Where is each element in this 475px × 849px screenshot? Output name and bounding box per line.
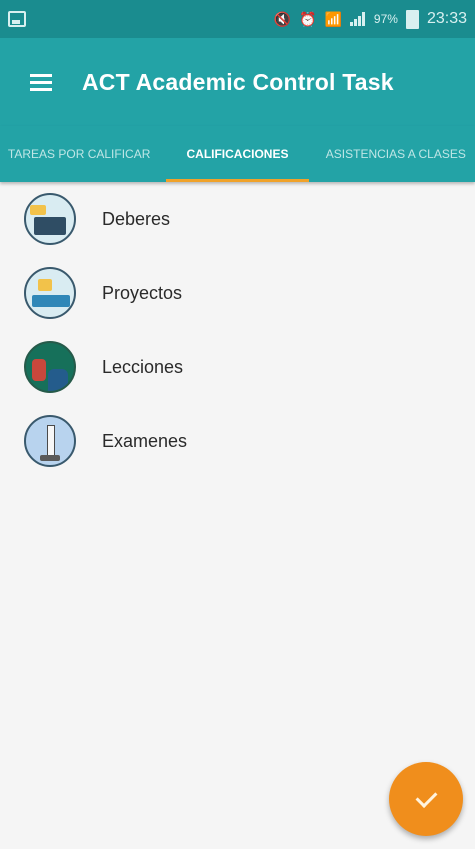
list-item-label: Proyectos bbox=[102, 282, 183, 303]
tab-asistencias-a-clases[interactable]: ASISTENCIAS A CLASES bbox=[317, 126, 475, 182]
homework-icon bbox=[24, 193, 76, 245]
list-item-examenes[interactable]: Examenes bbox=[0, 404, 475, 478]
check-icon bbox=[415, 786, 437, 808]
exams-icon bbox=[24, 415, 76, 467]
list-item-deberes[interactable]: Deberes bbox=[0, 182, 475, 256]
grades-list: Deberes Proyectos Lecciones Examenes bbox=[0, 182, 475, 478]
signal-icon bbox=[349, 12, 366, 26]
list-item-label: Deberes bbox=[102, 208, 171, 229]
gallery-icon bbox=[8, 11, 26, 27]
confirm-fab-button[interactable] bbox=[389, 762, 463, 836]
battery-percent: 97% bbox=[373, 12, 398, 26]
alarm-icon: ⏰ bbox=[299, 10, 317, 27]
list-item-label: Examenes bbox=[102, 430, 188, 451]
wifi-icon: 📶 bbox=[324, 10, 342, 27]
tab-bar: TAREAS POR CALIFICAR CALIFICACIONES ASIS… bbox=[0, 126, 475, 182]
status-bar: 🔇 ⏰ 📶 97% 23:33 bbox=[0, 0, 475, 38]
list-item-proyectos[interactable]: Proyectos bbox=[0, 256, 475, 330]
tab-tareas-por-calificar[interactable]: TAREAS POR CALIFICAR bbox=[0, 126, 158, 182]
status-bar-right: 🔇 ⏰ 📶 97% 23:33 bbox=[273, 9, 467, 29]
battery-icon bbox=[405, 9, 419, 29]
list-item-label: Lecciones bbox=[102, 356, 184, 377]
menu-icon[interactable] bbox=[30, 74, 52, 91]
mute-icon: 🔇 bbox=[273, 10, 292, 27]
list-item-lecciones[interactable]: Lecciones bbox=[0, 330, 475, 404]
app-title: ACT Academic Control Task bbox=[82, 68, 394, 95]
app-toolbar: ACT Academic Control Task bbox=[0, 38, 475, 126]
tab-calificaciones[interactable]: CALIFICACIONES bbox=[158, 126, 316, 182]
projects-icon bbox=[24, 267, 76, 319]
lessons-icon bbox=[24, 341, 76, 393]
status-time: 23:33 bbox=[426, 10, 467, 27]
status-bar-left bbox=[8, 11, 26, 27]
